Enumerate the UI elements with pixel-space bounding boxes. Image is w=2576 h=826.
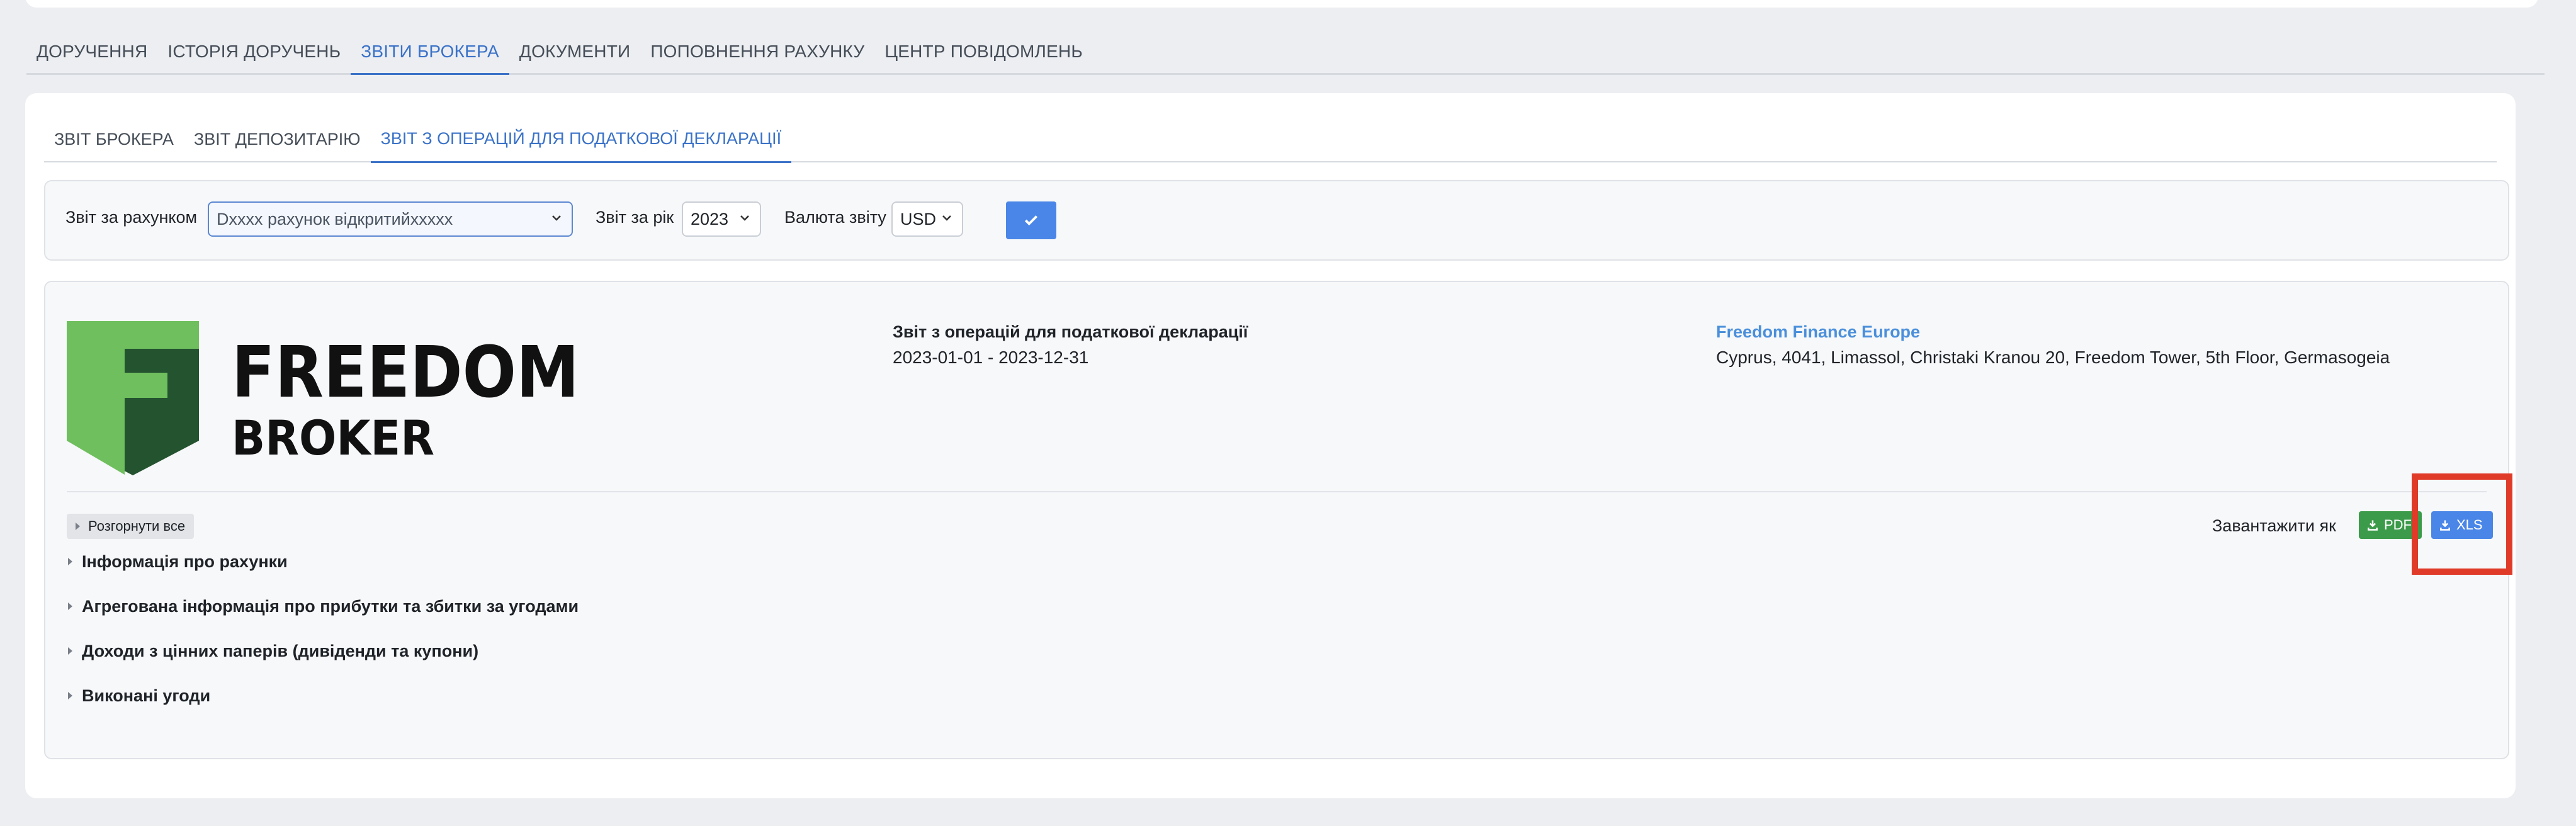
- caret-right-icon: [68, 558, 72, 565]
- report-panel: FREEDOM BROKER Звіт з операцій для подат…: [44, 281, 2509, 759]
- subtab-tax-report[interactable]: ЗВІТ З ОПЕРАЦІЙ ДЛЯ ПОДАТКОВОЇ ДЕКЛАРАЦІ…: [370, 117, 792, 163]
- currency-select[interactable]: USD: [891, 201, 963, 237]
- divider: [67, 491, 2487, 492]
- svg-text:FREEDOM: FREEDOM: [232, 332, 579, 414]
- filter-panel: Звіт за рахунком Dxxxx рахунок відкритий…: [44, 180, 2509, 261]
- caret-right-icon: [68, 692, 72, 699]
- company-name-link[interactable]: Freedom Finance Europe: [1716, 322, 1920, 342]
- caret-right-icon: [76, 523, 80, 530]
- svg-text:BROKER: BROKER: [232, 410, 434, 466]
- chevron-down-icon: [552, 215, 561, 221]
- download-xls-button[interactable]: XLS: [2431, 511, 2493, 539]
- year-select-value: 2023: [691, 209, 729, 229]
- tab-broker-reports[interactable]: ЗВІТИ БРОКЕРА: [351, 30, 509, 75]
- download-icon: [2368, 520, 2378, 531]
- download-as-label: Завантажити як: [2212, 516, 2336, 535]
- tab-account-topup[interactable]: ПОПОВНЕННЯ РАХУНКУ: [640, 30, 874, 73]
- report-period: 2023-01-01 - 2023-12-31: [893, 348, 1089, 367]
- chevron-down-icon: [740, 215, 749, 221]
- year-label: Звіт за рік: [596, 208, 674, 227]
- xls-label: XLS: [2456, 517, 2483, 533]
- section-title: Виконані угоди: [82, 686, 211, 705]
- subtab-depository-report[interactable]: ЗВІТ ДЕПОЗИТАРІЮ: [184, 117, 371, 161]
- section-title: Доходи з цінних паперів (дивіденди та ку…: [82, 641, 479, 660]
- section-accounts-info[interactable]: Інформація про рахунки: [67, 549, 288, 574]
- tab-notification-center[interactable]: ЦЕНТР ПОВІДОМЛЕНЬ: [874, 30, 1093, 73]
- apply-button[interactable]: [1006, 201, 1056, 239]
- main-tabs: ДОРУЧЕННЯ ІСТОРІЯ ДОРУЧЕНЬ ЗВІТИ БРОКЕРА…: [26, 30, 2545, 75]
- caret-right-icon: [68, 647, 72, 655]
- top-card: [25, 0, 2538, 8]
- content-card: ЗВІТ БРОКЕРА ЗВІТ ДЕПОЗИТАРІЮ ЗВІТ З ОПЕ…: [25, 93, 2516, 798]
- tab-orders[interactable]: ДОРУЧЕННЯ: [26, 30, 157, 73]
- account-select-value: Dxxxx рахунок відкритийxxxxx: [217, 209, 453, 229]
- account-select[interactable]: Dxxxx рахунок відкритийxxxxx: [208, 201, 573, 237]
- report-title: Звіт з операцій для податкової деклараці…: [893, 322, 1248, 341]
- sub-tabs: ЗВІТ БРОКЕРА ЗВІТ ДЕПОЗИТАРІЮ ЗВІТ З ОПЕ…: [44, 117, 2497, 163]
- chevron-down-icon: [942, 215, 951, 221]
- caret-right-icon: [68, 603, 72, 610]
- section-executed-trades[interactable]: Виконані угоди: [67, 683, 210, 708]
- account-label: Звіт за рахунком: [65, 208, 198, 227]
- tab-order-history[interactable]: ІСТОРІЯ ДОРУЧЕНЬ: [157, 30, 351, 73]
- currency-label: Валюта звіту: [784, 208, 886, 227]
- section-aggregated-pnl[interactable]: Агрегована інформація про прибутки та зб…: [67, 594, 579, 619]
- year-select[interactable]: 2023: [682, 201, 761, 237]
- section-securities-income[interactable]: Доходи з цінних паперів (дивіденди та ку…: [67, 638, 478, 664]
- tab-documents[interactable]: ДОКУМЕНТИ: [509, 30, 640, 73]
- pdf-label: PDF: [2384, 517, 2412, 533]
- expand-all-label: Розгорнути все: [88, 518, 186, 534]
- subtab-broker-report[interactable]: ЗВІТ БРОКЕРА: [44, 117, 184, 161]
- currency-select-value: USD: [900, 209, 937, 229]
- expand-all-button[interactable]: Розгорнути все: [67, 514, 195, 539]
- download-pdf-button[interactable]: PDF: [2359, 511, 2422, 539]
- section-title: Інформація про рахунки: [82, 552, 288, 571]
- company-address: Cyprus, 4041, Limassol, Christaki Kranou…: [1716, 348, 2390, 367]
- freedom-broker-logo: FREEDOM BROKER: [67, 321, 579, 475]
- checkmark-icon: [1024, 215, 1038, 226]
- download-icon: [2440, 520, 2450, 531]
- section-title: Агрегована інформація про прибутки та зб…: [82, 596, 579, 616]
